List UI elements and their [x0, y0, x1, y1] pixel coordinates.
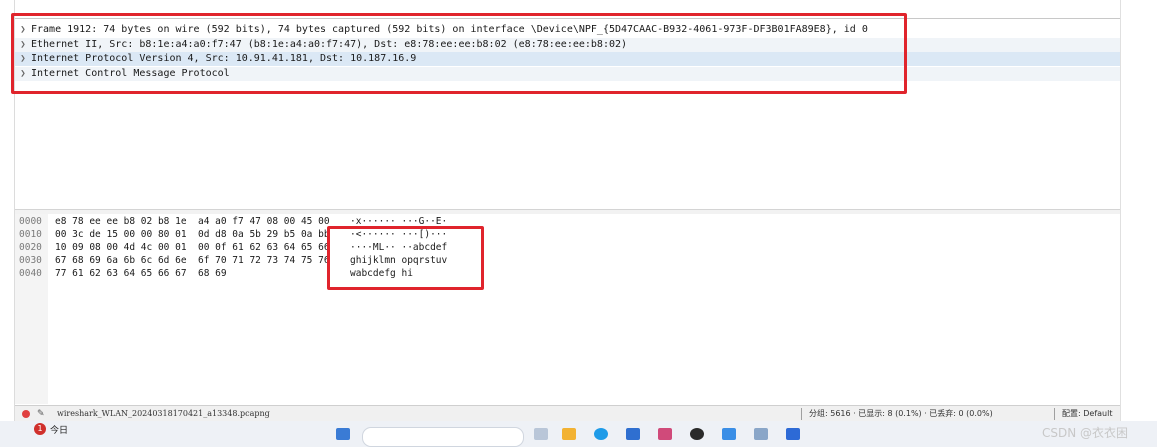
capture-file-name: wireshark_WLAN_20240318170421_a13348.pca…	[57, 409, 270, 418]
annotation-box-details	[11, 13, 907, 94]
hex-line[interactable]: 0020 10 09 08 00 4d 4c 00 01 00 0f 61 62 …	[15, 241, 330, 254]
browser-icon[interactable]	[594, 428, 608, 440]
file-explorer-icon[interactable]	[562, 428, 576, 440]
hex-line[interactable]: 0010 00 3c de 15 00 00 80 01 0d d8 0a 5b …	[15, 228, 330, 241]
packet-bytes-pane: 0000 e8 78 ee ee b8 02 b8 1e a4 a0 f7 47 …	[15, 214, 1120, 404]
hex-bytes: 10 09 08 00 4d 4c 00 01 00 0f 61 62 63 6…	[55, 242, 330, 253]
hex-offset: 0010	[19, 229, 42, 240]
profile-selector[interactable]: 配置: Default	[1062, 406, 1112, 422]
status-divider	[801, 408, 802, 420]
watermark-text: CSDN @衣衣困	[1042, 426, 1129, 440]
hex-offset: 0030	[19, 255, 42, 266]
packet-stats: 分组: 5616 · 已显示: 8 (0.1%) · 已丢弃: 0 (0.0%)	[809, 409, 993, 418]
status-divider	[1054, 408, 1055, 420]
edit-comment-icon[interactable]: ✎	[37, 406, 45, 422]
start-icon[interactable]	[336, 428, 350, 440]
app-icon[interactable]	[722, 428, 736, 440]
app-icon[interactable]	[690, 428, 704, 440]
taskbar-widget-label[interactable]: 今日	[50, 423, 68, 436]
wireshark-icon[interactable]	[786, 428, 800, 440]
hex-bytes: 67 68 69 6a 6b 6c 6d 6e 6f 70 71 72 73 7…	[55, 255, 330, 266]
taskbar-search[interactable]	[362, 427, 524, 447]
right-edge	[1120, 0, 1157, 447]
task-view-icon[interactable]	[534, 428, 548, 440]
hex-offset: 0040	[19, 268, 42, 279]
capture-status-icon[interactable]	[22, 410, 30, 418]
app-icon[interactable]	[754, 428, 768, 440]
os-taskbar: 1 今日	[0, 421, 1157, 447]
hex-bytes: e8 78 ee ee b8 02 b8 1e a4 a0 f7 47 08 0…	[55, 216, 330, 227]
hex-bytes: 77 61 62 63 64 65 66 67 68 69	[55, 268, 227, 279]
status-bar: ✎ wireshark_WLAN_20240318170421_a13348.p…	[15, 405, 1120, 422]
hex-offset: 0020	[19, 242, 42, 253]
annotation-box-ascii	[327, 226, 484, 290]
store-icon[interactable]	[626, 428, 640, 440]
notification-badge[interactable]: 1	[34, 423, 46, 435]
hex-line[interactable]: 0040 77 61 62 63 64 65 66 67 68 69	[15, 267, 227, 280]
hex-line[interactable]: 0030 67 68 69 6a 6b 6c 6d 6e 6f 70 71 72 …	[15, 254, 330, 267]
hex-line[interactable]: 0000 e8 78 ee ee b8 02 b8 1e a4 a0 f7 47 …	[15, 215, 330, 228]
app-icon[interactable]	[658, 428, 672, 440]
hex-bytes: 00 3c de 15 00 00 80 01 0d d8 0a 5b 29 b…	[55, 229, 330, 240]
hex-offset: 0000	[19, 216, 42, 227]
